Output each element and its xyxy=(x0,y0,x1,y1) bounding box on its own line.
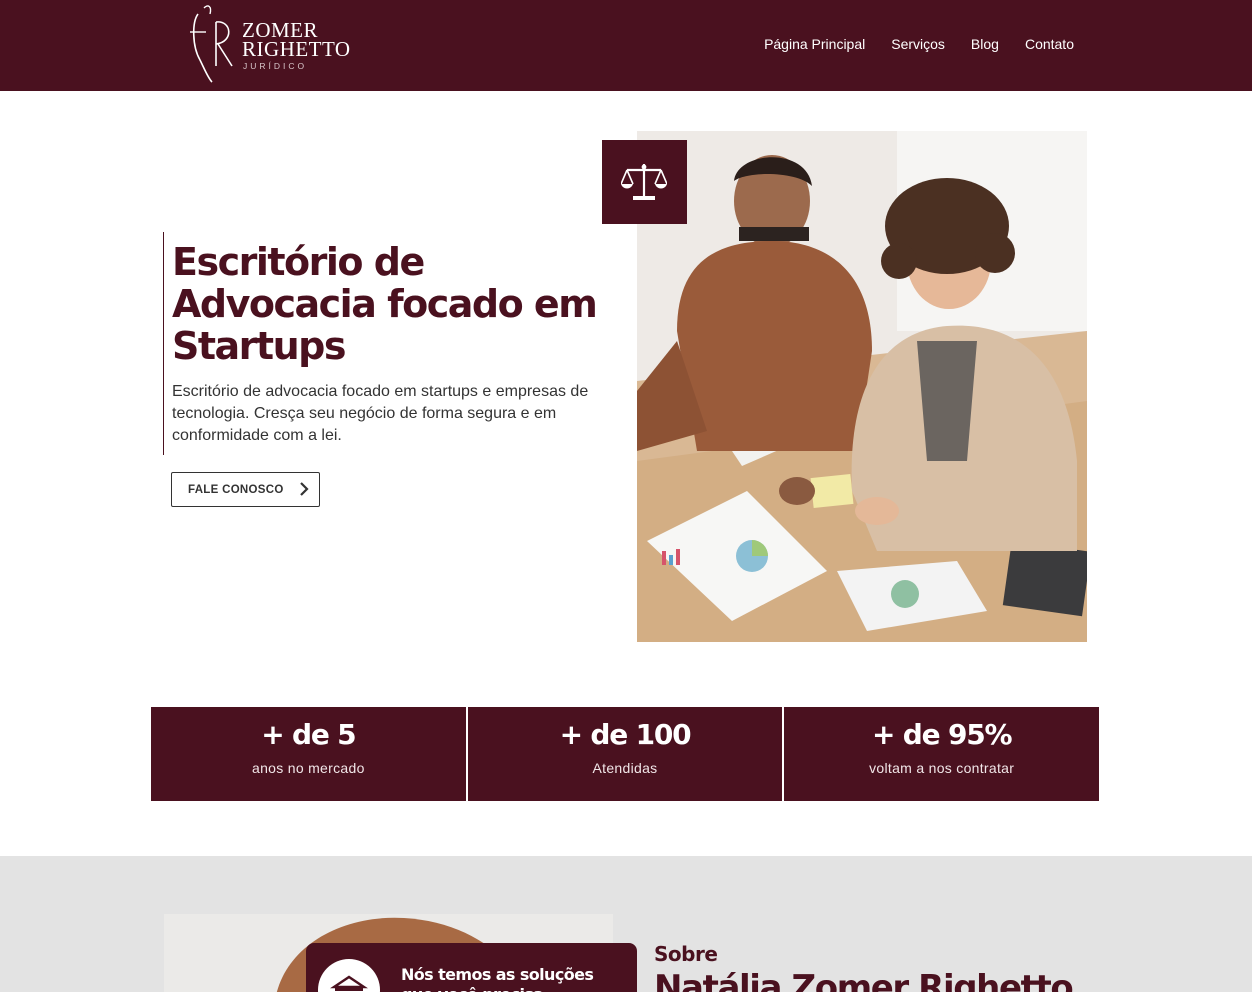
logo-monogram-icon xyxy=(190,5,233,83)
stat-value: + de 5 xyxy=(261,718,356,751)
stats-bar: + de 5 anos no mercado + de 100 Atendida… xyxy=(151,707,1100,801)
hero-description: Escritório de advocacia focado em startu… xyxy=(172,383,589,444)
scales-of-justice-icon xyxy=(621,164,667,200)
stat-return-rate: + de 95% voltam a nos contratar xyxy=(784,707,1100,801)
nav-link-home[interactable]: Página Principal xyxy=(764,36,865,52)
about-kicker: Sobre xyxy=(654,942,718,966)
contact-us-button-label: FALE CONOSCO xyxy=(188,483,284,496)
stat-clients: + de 100 Atendidas xyxy=(467,707,783,801)
about-name-heading: Natália Zomer Righetto xyxy=(654,968,1074,992)
hero-title: Escritório de Advocacia focado em Startu… xyxy=(172,240,598,368)
nav-link-contact[interactable]: Contato xyxy=(1025,36,1074,52)
about-section: Nós temos as soluções que você precisa S… xyxy=(0,856,1252,992)
chevron-right-icon xyxy=(300,482,309,496)
brand-logo[interactable]: ZOMER RIGHETTO JURÍDICO xyxy=(186,2,356,84)
stat-label: Atendidas xyxy=(592,760,658,776)
stat-value: + de 100 xyxy=(559,718,692,751)
stat-label: anos no mercado xyxy=(251,760,365,776)
logo-name-line2: RIGHETTO xyxy=(242,37,351,61)
stat-label: voltam a nos contratar xyxy=(869,760,1015,776)
solutions-text: Nós temos as soluções que você precisa xyxy=(401,965,594,992)
nav-link-blog[interactable]: Blog xyxy=(971,36,999,52)
main-nav: Página Principal Serviços Blog Contato xyxy=(764,36,1074,52)
law-badge xyxy=(602,140,687,224)
contact-us-button[interactable]: FALE CONOSCO xyxy=(171,472,320,507)
nav-link-services[interactable]: Serviços xyxy=(891,36,945,52)
stat-value: + de 95% xyxy=(871,718,1013,751)
team-meeting-photo xyxy=(637,131,1087,642)
hero-accent-rule xyxy=(163,232,164,455)
site-header: ZOMER RIGHETTO JURÍDICO Página Principal… xyxy=(0,0,1252,91)
logo-tagline: JURÍDICO xyxy=(243,61,308,71)
courthouse-icon xyxy=(318,959,380,992)
stat-years: + de 5 anos no mercado xyxy=(151,707,466,801)
solutions-card: Nós temos as soluções que você precisa xyxy=(306,943,637,992)
